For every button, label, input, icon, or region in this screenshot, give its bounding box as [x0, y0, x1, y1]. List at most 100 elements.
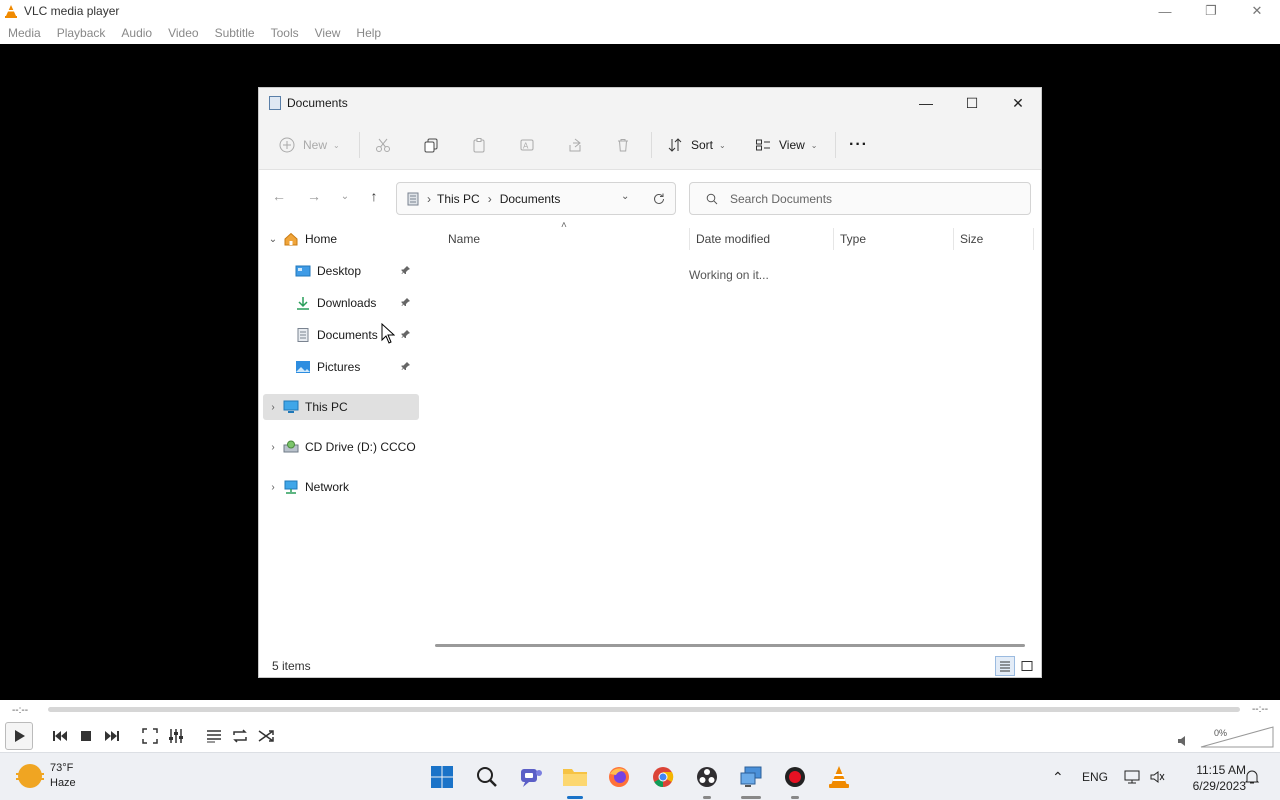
horizontal-scrollbar[interactable] [435, 644, 1025, 647]
address-dropdown-icon[interactable]: ⌄ [621, 191, 629, 202]
shuffle-button[interactable] [254, 724, 278, 748]
nav-item-downloads[interactable]: Downloads [295, 290, 419, 316]
stop-button[interactable] [74, 724, 98, 748]
play-button[interactable] [5, 722, 33, 750]
menu-subtitle[interactable]: Subtitle [207, 26, 263, 40]
fullscreen-button[interactable] [138, 724, 162, 748]
previous-button[interactable] [48, 724, 72, 748]
explorer-maximize-button[interactable]: ☐ [949, 88, 995, 118]
network-status[interactable] [1124, 753, 1140, 800]
pin-icon[interactable] [401, 297, 411, 307]
sort-button[interactable]: Sort ⌄ [667, 132, 726, 158]
paste-button[interactable] [471, 132, 487, 158]
explorer-close-button[interactable]: ✕ [995, 88, 1041, 118]
seek-slider[interactable] [48, 707, 1240, 712]
nav-item-pictures[interactable]: Pictures [295, 354, 419, 380]
breadcrumb-documents[interactable]: Documents [500, 192, 561, 206]
breadcrumb-separator-icon: › [427, 191, 431, 206]
menu-help[interactable]: Help [348, 26, 389, 40]
chevron-right-icon[interactable]: › [263, 482, 283, 493]
explorer-title: Documents [287, 96, 348, 110]
column-header-size[interactable]: Size [960, 232, 983, 246]
explorer-titlebar[interactable]: Documents — ☐ ✕ [259, 88, 1041, 118]
vlc-minimize-button[interactable]: — [1142, 0, 1188, 22]
view-button[interactable]: View ⌄ [755, 132, 818, 158]
up-button[interactable]: ↑ [364, 186, 384, 206]
menu-view[interactable]: View [307, 26, 349, 40]
remote-desktop-taskbar-button[interactable] [737, 763, 765, 799]
menu-audio[interactable]: Audio [113, 26, 160, 40]
forward-button[interactable]: → [304, 186, 324, 206]
nav-item-desktop[interactable]: Desktop [295, 258, 419, 284]
vlc-taskbar-button[interactable] [825, 763, 853, 791]
column-header-date-modified[interactable]: Date modified [696, 232, 770, 246]
nav-item-home[interactable]: ⌄ Home [263, 226, 419, 252]
chevron-up-icon: ⌃ [1052, 768, 1064, 785]
recorder-taskbar-button[interactable] [781, 763, 809, 799]
recent-locations-button[interactable]: ⌄ [335, 186, 355, 206]
share-button[interactable] [567, 132, 583, 158]
pin-icon[interactable] [401, 329, 411, 339]
address-bar[interactable]: › This PC › Documents ⌄ [396, 182, 676, 215]
windows-taskbar: 73°F Haze ⌃ ENG 11:15 AM 6/29/2023 [0, 752, 1280, 800]
more-options-button[interactable]: ··· [849, 132, 868, 158]
menu-tools[interactable]: Tools [263, 26, 307, 40]
rename-button[interactable]: A [519, 132, 535, 158]
menu-playback[interactable]: Playback [49, 26, 114, 40]
menu-video[interactable]: Video [160, 26, 206, 40]
pin-icon[interactable] [401, 361, 411, 371]
column-header-type[interactable]: Type [840, 232, 866, 246]
large-icons-view-button[interactable] [1017, 656, 1037, 676]
vlc-controls: 0% [0, 720, 1280, 752]
file-explorer-taskbar-button[interactable] [561, 763, 589, 799]
volume-slider[interactable] [1200, 726, 1274, 748]
show-hidden-icons-button[interactable]: ⌃ [1052, 753, 1064, 800]
refresh-icon[interactable] [652, 192, 666, 206]
playlist-button[interactable] [202, 724, 226, 748]
view-layout-icon [756, 139, 770, 151]
search-input[interactable] [730, 191, 1010, 206]
next-icon [105, 731, 119, 741]
cut-button[interactable] [375, 132, 391, 158]
chevron-right-icon[interactable]: › [263, 442, 283, 453]
firefox-taskbar-button[interactable] [605, 763, 633, 791]
pin-icon[interactable] [401, 265, 411, 275]
chrome-taskbar-button[interactable] [649, 763, 677, 791]
mouse-cursor-icon [381, 323, 395, 344]
details-view-icon [1000, 661, 1010, 672]
chevron-down-icon[interactable]: ⌄ [263, 234, 283, 245]
teams-chat-button[interactable] [517, 763, 545, 791]
notifications-button[interactable] [1244, 753, 1260, 800]
breadcrumb-this-pc[interactable]: This PC [437, 192, 480, 206]
nav-item-this-pc[interactable]: › This PC [263, 394, 419, 420]
firefox-icon [609, 767, 629, 787]
nav-item-network[interactable]: › Network [263, 474, 419, 500]
column-header-name[interactable]: Name [448, 232, 480, 246]
navigation-pane: ⌄ Home Desktop Downloads Documents Pictu… [259, 222, 419, 652]
start-button[interactable] [428, 763, 456, 791]
vlc-close-button[interactable]: ✕ [1234, 0, 1280, 22]
taskbar-clock[interactable]: 11:15 AM 6/29/2023 [1193, 762, 1246, 794]
details-view-button[interactable] [995, 656, 1015, 676]
language-indicator[interactable]: ENG [1082, 753, 1108, 800]
extended-settings-button[interactable] [164, 724, 188, 748]
copy-button[interactable] [423, 132, 439, 158]
weather-widget[interactable]: 73°F Haze [16, 761, 76, 791]
back-button[interactable]: ← [269, 186, 289, 206]
nav-item-documents[interactable]: Documents [295, 322, 419, 348]
vlc-restore-button[interactable]: ❐ [1188, 0, 1234, 22]
pictures-icon [296, 361, 310, 373]
nav-item-cd-drive[interactable]: › CD Drive (D:) CCCO [263, 434, 419, 460]
speaker-icon[interactable] [1177, 734, 1191, 748]
taskbar-search-button[interactable] [473, 763, 501, 791]
obs-taskbar-button[interactable] [693, 763, 721, 799]
chevron-right-icon[interactable]: › [263, 402, 283, 413]
delete-button[interactable] [615, 132, 631, 158]
volume-status[interactable] [1150, 753, 1166, 800]
explorer-minimize-button[interactable]: — [903, 88, 949, 118]
new-button[interactable]: New ⌄ [279, 132, 340, 158]
menu-media[interactable]: Media [0, 26, 49, 40]
search-box[interactable] [689, 182, 1031, 215]
next-button[interactable] [100, 724, 124, 748]
loop-button[interactable] [228, 724, 252, 748]
